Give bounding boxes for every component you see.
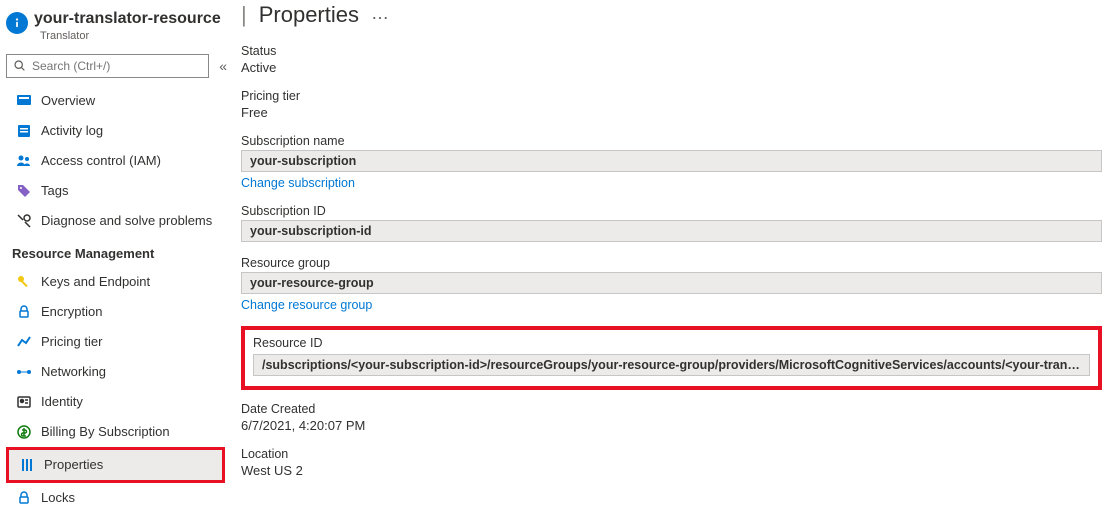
sidebar-item-label: Encryption (41, 304, 102, 319)
properties-icon (19, 457, 35, 473)
sidebar-item-identity[interactable]: Identity (6, 387, 227, 417)
locks-icon (16, 490, 32, 506)
status-label: Status (241, 44, 1102, 58)
sidebar-section-resource-management: Resource Management (6, 236, 227, 267)
sidebar-item-label: Locks (41, 490, 75, 505)
sidebar-item-overview[interactable]: Overview (6, 86, 227, 116)
key-icon (16, 274, 32, 290)
more-actions-icon[interactable]: … (371, 4, 389, 26)
prop-subscription-name: Subscription name your-subscription Chan… (241, 134, 1102, 190)
sidebar-item-label: Billing By Subscription (41, 424, 170, 439)
sidebar-item-label: Properties (44, 457, 103, 472)
rg-field[interactable]: your-resource-group (241, 272, 1102, 294)
date-created-label: Date Created (241, 402, 1102, 416)
prop-pricing-tier: Pricing tier Free (241, 89, 1102, 120)
diagnose-icon (16, 213, 32, 229)
sub-id-field[interactable]: your-subscription-id (241, 220, 1102, 242)
title-divider-icon: | (241, 4, 247, 26)
sidebar-item-diagnose[interactable]: Diagnose and solve problems (6, 206, 227, 236)
highlight-resource-id: Resource ID /subscriptions/<your-subscri… (241, 326, 1102, 390)
resource-type: Translator (40, 30, 221, 42)
info-icon (6, 12, 28, 34)
tag-icon (16, 183, 32, 199)
prop-resource-group: Resource group your-resource-group Chang… (241, 256, 1102, 312)
search-icon (13, 59, 26, 72)
sidebar-item-label: Identity (41, 394, 83, 409)
sidebar-item-keys-endpoint[interactable]: Keys and Endpoint (6, 267, 227, 297)
sidebar-item-pricing-tier[interactable]: Pricing tier (6, 327, 227, 357)
date-created-value: 6/7/2021, 4:20:07 PM (241, 418, 1102, 433)
change-subscription-link[interactable]: Change subscription (241, 176, 355, 190)
sidebar-item-label: Tags (41, 183, 68, 198)
search-box[interactable] (6, 54, 209, 78)
resource-id-label: Resource ID (253, 336, 1090, 350)
resource-name: your-translator-resource (34, 10, 221, 28)
change-resource-group-link[interactable]: Change resource group (241, 298, 372, 312)
sidebar-item-label: Access control (IAM) (41, 153, 161, 168)
identity-icon (16, 394, 32, 410)
network-icon (16, 364, 32, 380)
lock-icon (16, 304, 32, 320)
tier-value: Free (241, 105, 1102, 120)
sidebar-item-encryption[interactable]: Encryption (6, 297, 227, 327)
people-icon (16, 153, 32, 169)
sidebar-item-label: Activity log (41, 123, 103, 138)
sidebar-item-label: Keys and Endpoint (41, 274, 150, 289)
sidebar-item-properties[interactable]: Properties (9, 450, 222, 480)
collapse-sidebar-icon[interactable]: « (219, 59, 227, 73)
location-label: Location (241, 447, 1102, 461)
sidebar-item-label: Overview (41, 93, 95, 108)
sidebar-item-label: Pricing tier (41, 334, 102, 349)
sub-id-label: Subscription ID (241, 204, 1102, 218)
billing-icon (16, 424, 32, 440)
sidebar-item-activity-log[interactable]: Activity log (6, 116, 227, 146)
sidebar-item-tags[interactable]: Tags (6, 176, 227, 206)
resource-header: your-translator-resource Translator (6, 6, 227, 50)
sidebar-item-locks[interactable]: Locks (6, 483, 227, 513)
search-input[interactable] (30, 58, 202, 74)
sidebar-item-networking[interactable]: Networking (6, 357, 227, 387)
sidebar-item-access-control[interactable]: Access control (IAM) (6, 146, 227, 176)
location-value: West US 2 (241, 463, 1102, 478)
activity-log-icon (16, 123, 32, 139)
prop-subscription-id: Subscription ID your-subscription-id (241, 204, 1102, 242)
prop-location: Location West US 2 (241, 447, 1102, 478)
sub-name-label: Subscription name (241, 134, 1102, 148)
status-value: Active (241, 60, 1102, 75)
sidebar-item-label: Diagnose and solve problems (41, 213, 212, 228)
prop-date-created: Date Created 6/7/2021, 4:20:07 PM (241, 402, 1102, 433)
prop-status: Status Active (241, 44, 1102, 75)
page-title-row: | Properties … (241, 0, 1102, 44)
sidebar-item-label: Networking (41, 364, 106, 379)
highlight-properties-nav: Properties (6, 447, 225, 483)
pricing-icon (16, 334, 32, 350)
main-content: | Properties … Status Active Pricing tie… (227, 0, 1102, 513)
resource-id-field[interactable]: /subscriptions/<your-subscription-id>/re… (253, 354, 1090, 376)
sidebar-item-billing[interactable]: Billing By Subscription (6, 417, 227, 447)
sub-name-field[interactable]: your-subscription (241, 150, 1102, 172)
overview-icon (16, 93, 32, 109)
page-title: Properties (259, 2, 359, 28)
rg-label: Resource group (241, 256, 1102, 270)
sidebar: your-translator-resource Translator « Ov… (0, 0, 227, 513)
tier-label: Pricing tier (241, 89, 1102, 103)
